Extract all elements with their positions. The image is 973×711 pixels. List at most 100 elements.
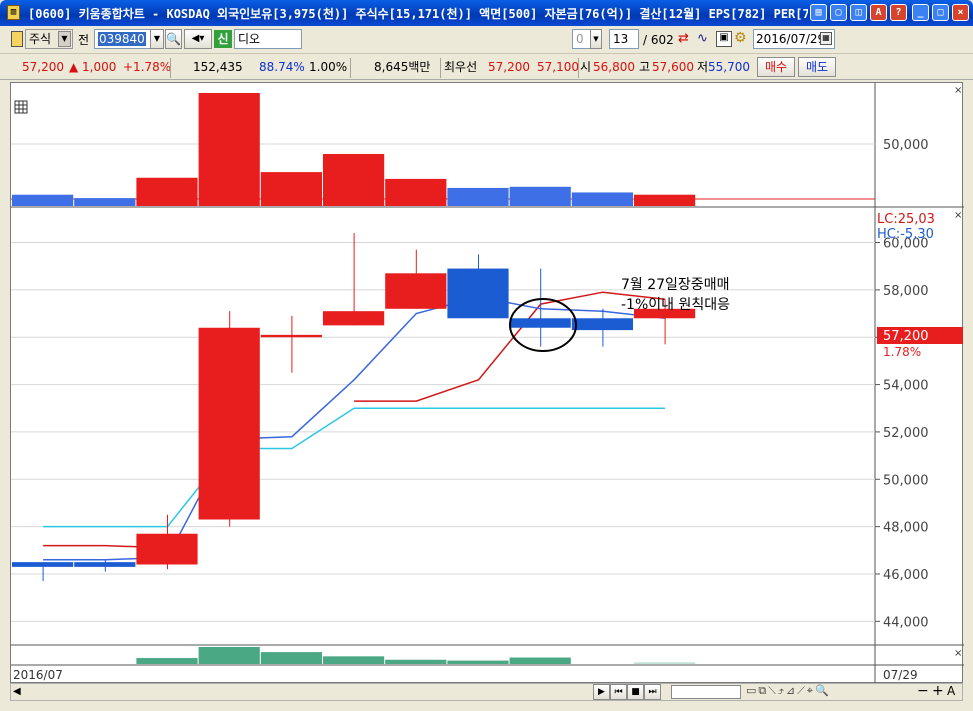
buy-button[interactable]: 매수 [757, 57, 795, 77]
legend-lc: LC:25,03 [877, 212, 935, 227]
indicator-bar [136, 658, 198, 664]
ask-price: 57,200 [488, 60, 530, 74]
chart-scrollbar[interactable]: ◀ ▶ ⏮ ■ ⏭ ▭⧉⟍⤴⊿⟋⌖🔍 − + A [10, 683, 963, 701]
candle-body [323, 311, 385, 326]
candle-body [12, 562, 74, 567]
candle-body [260, 334, 322, 338]
minimize-button[interactable]: _ [912, 4, 929, 21]
candle-type-icon[interactable]: ⇄ [678, 31, 694, 47]
save-icon[interactable]: ▣ [716, 31, 732, 47]
pane-close-icon[interactable]: × [954, 648, 962, 659]
indicator-bar [323, 656, 385, 664]
price-tag-text: 57,200 [883, 329, 929, 344]
best-quote-label: 최우선 [444, 60, 478, 74]
zoom-in-button[interactable]: + [932, 683, 944, 699]
font-size-button[interactable]: A [947, 684, 955, 698]
legend-hc: HC:-5,30 [877, 227, 934, 242]
window-tile-icon[interactable]: ◫ [850, 4, 867, 21]
calendar-icon[interactable]: ▦ [820, 32, 832, 45]
volume-bar [634, 194, 696, 206]
lock-icon[interactable] [11, 31, 23, 47]
playback-button-1[interactable]: ⏮ [610, 684, 627, 700]
current-price: 57,200 [22, 60, 64, 74]
annotation-line-2: -1%이내 원칙대응 [621, 297, 730, 313]
volume-bar [74, 198, 136, 206]
pane-close-icon[interactable]: × [954, 85, 962, 96]
speaker-icon[interactable]: ◀▾ [184, 29, 212, 49]
quote-bar: 57,200 ▲ 1,000 +1.78% 152,435 88.74% 1.0… [0, 55, 973, 80]
high-price: 57,600 [652, 60, 694, 74]
volume: 152,435 [193, 60, 243, 74]
chevron-down-icon: ▼ [58, 31, 71, 47]
total-count: / 602 [643, 33, 674, 47]
maximize-button[interactable]: □ [932, 4, 949, 21]
high-label: 고 [639, 60, 651, 74]
gear-icon[interactable]: ⚙ [734, 30, 751, 47]
x-label-left: 2016/07 [13, 668, 63, 682]
candle-body [74, 562, 136, 567]
volume-bar [385, 178, 447, 206]
candle-body [136, 533, 198, 565]
font-a-icon[interactable]: A [870, 4, 887, 21]
volume-bar [509, 186, 571, 206]
window-copy-icon[interactable]: ▢ [830, 4, 847, 21]
indicator-bar [385, 659, 447, 664]
market-type-select[interactable]: 주식 ▼ [25, 29, 73, 49]
volume-bar [136, 177, 198, 206]
code-dropdown-icon[interactable]: ▼ [150, 29, 164, 49]
y-tick-label: 48,000 [883, 521, 929, 536]
zoom-slider[interactable] [671, 685, 741, 699]
view-count-input[interactable]: 13 [609, 29, 639, 49]
credit-badge: 신 [214, 30, 232, 48]
playback-button-0[interactable]: ▶ [593, 684, 610, 700]
zoom-out-button[interactable]: − [917, 683, 929, 699]
chart-canvas[interactable]: 60,00058,00056,00054,00052,00050,00048,0… [11, 83, 964, 684]
volume-bar [571, 192, 633, 206]
pane-close-icon[interactable]: × [954, 210, 962, 221]
volume-bar [198, 93, 260, 206]
y-tick-label: 46,000 [883, 568, 929, 583]
candle-body [571, 318, 633, 331]
stock-name-field[interactable]: 디오 [234, 29, 302, 49]
low-label: 저 [697, 60, 709, 74]
y-tick-label-volume: 50,000 [883, 138, 929, 153]
playback-button-3[interactable]: ⏭ [644, 684, 661, 700]
indicator-bar [260, 652, 322, 664]
ma-line-cyan [43, 407, 666, 528]
chart-window-icon[interactable]: ▥ [7, 5, 20, 20]
volume-bar [12, 194, 74, 206]
grid-settings-icon[interactable] [14, 100, 28, 114]
scroll-left-icon[interactable]: ◀ [13, 686, 21, 697]
bid-price: 57,100 [537, 60, 579, 74]
trade-amount: 8,645백만 [374, 60, 431, 74]
help-icon[interactable]: ? [890, 4, 907, 21]
price-chart[interactable]: 60,00058,00056,00054,00052,00050,00048,0… [10, 82, 964, 684]
close-button[interactable]: × [952, 4, 969, 21]
candle-body [198, 327, 260, 520]
window-title: [0600] 키움종합차트 - KOSDAQ 외국인보유[3,975(천)] 주… [28, 7, 808, 21]
y-tick-label: 52,000 [883, 426, 929, 441]
indicator-bar [447, 660, 509, 664]
candle-body [447, 268, 509, 319]
volume-bar [323, 154, 385, 206]
search-icon[interactable]: 🔍 [165, 29, 182, 49]
playback-button-2[interactable]: ■ [627, 684, 644, 700]
window-layout-icon[interactable]: ▤ [810, 4, 827, 21]
volume-bar [447, 187, 509, 206]
indicator-bar [198, 647, 260, 664]
pct-tag: 1.78% [883, 345, 921, 359]
candle-body [509, 318, 571, 328]
y-tick-label: 50,000 [883, 473, 929, 488]
price-change: ▲ 1,000 [69, 60, 117, 74]
line-chart-icon[interactable]: ∿ [697, 31, 713, 47]
sell-button[interactable]: 매도 [798, 57, 836, 77]
indicator-bar [634, 662, 696, 664]
y-tick-label: 54,000 [883, 379, 929, 394]
chart-toolbar: 주식▼ 전 039840 ▼ 🔍 ◀▾ 신 디오 일주월년분틱 12351020… [0, 26, 973, 75]
drawing-tools-icon[interactable]: ▭⧉⟍⤴⊿⟋⌖🔍 [746, 684, 831, 698]
open-label: 시 [580, 60, 592, 74]
y-tick-label: 58,000 [883, 284, 929, 299]
price-change-pct: +1.78% [123, 60, 172, 74]
open-price: 56,800 [593, 60, 635, 74]
interval-spin-icon[interactable]: ▼ [590, 29, 602, 49]
